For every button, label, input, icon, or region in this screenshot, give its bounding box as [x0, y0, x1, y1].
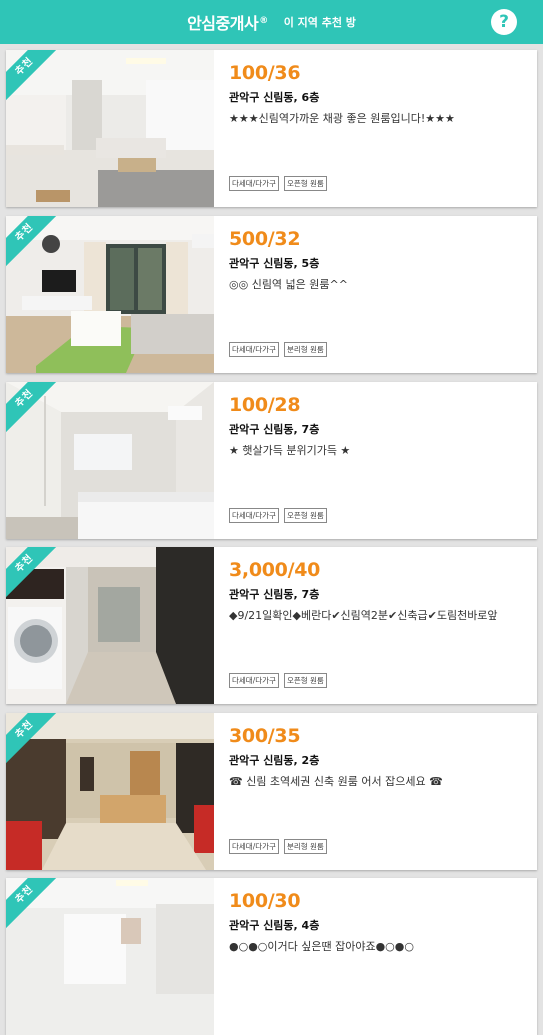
listing-price: 100/36 [229, 62, 301, 84]
listing-price: 100/30 [229, 890, 301, 912]
listing-photo: 추천 [6, 382, 214, 539]
tag-room-type: 오픈형 원룸 [283, 176, 327, 191]
app-header: 안심중개사® 이 지역 추천 방 ? [0, 0, 543, 44]
listing-price: 500/32 [229, 228, 301, 250]
listing-description: ◎◎ 신림역 넓은 원룸^^ [229, 278, 348, 291]
help-icon[interactable]: ? [491, 9, 517, 35]
listing-card[interactable]: 추천 100/36 관악구 신림동, 6층 ★★★신림역가까운 채광 좋은 원룸… [6, 50, 537, 207]
tag-building-type: 다세대/다가구 [229, 176, 279, 191]
tag-building-type: 다세대/다가구 [229, 508, 279, 523]
tag-building-type: 다세대/다가구 [229, 342, 279, 357]
listing-description: ☎ 신림 초역세권 신축 원룸 어서 잡으세요 ☎ [229, 775, 443, 788]
listing-photo: 추천 [6, 50, 214, 207]
listing-location: 관악구 신림동, 5층 [229, 257, 320, 270]
tag-room-type: 오픈형 원룸 [283, 508, 327, 523]
listing-price: 3,000/40 [229, 559, 321, 581]
listing-description: ★ 햇살가득 분위기가득 ★ [229, 444, 351, 457]
listing-location: 관악구 신림동, 2층 [229, 754, 320, 767]
tag-room-type: 오픈형 원룸 [283, 673, 327, 688]
page-title: 이 지역 추천 방 [283, 16, 356, 29]
tag-room-type: 분리형 원룸 [283, 342, 327, 357]
tag-building-type: 다세대/다가구 [229, 673, 279, 688]
tag-room-type: 분리형 원룸 [283, 839, 327, 854]
listing-card[interactable]: 추천 100/30 관악구 신림동, 4층 ●○●○이거다 싶은땐 잡아야죠●○… [6, 878, 537, 1035]
listing-price: 100/28 [229, 394, 301, 416]
listing-photo: 추천 [6, 547, 214, 704]
listing-location: 관악구 신림동, 7층 [229, 423, 320, 436]
listing-card[interactable]: 추천 300/35 관악구 신림동, 2층 ☎ 신림 초역세권 신축 원룸 어서… [6, 713, 537, 870]
listing-location: 관악구 신림동, 7층 [229, 588, 320, 601]
listing-description: ●○●○이거다 싶은땐 잡아야죠●○●○ [229, 940, 414, 953]
listing-location: 관악구 신림동, 4층 [229, 919, 320, 932]
tag-building-type: 다세대/다가구 [229, 839, 279, 854]
listing-description: ◆9/21일확인◆베란다✔신림역2분✔신축급✔도림천바로앞 [229, 609, 498, 622]
listing-card[interactable]: 추천 100/28 관악구 신림동, 7층 ★ 햇살가득 분위기가득 ★ 다세대… [6, 382, 537, 539]
brand-logo: 안심중개사® [187, 14, 268, 33]
listing-description: ★★★신림역가까운 채광 좋은 원룸입니다!★★★ [229, 112, 455, 125]
listing-card[interactable]: 추천 3,000/40 관악구 신림동, 7층 ◆9/21일확인◆베란다✔신림역… [6, 547, 537, 704]
listing-location: 관악구 신림동, 6층 [229, 91, 320, 104]
listing-photo: 추천 [6, 216, 214, 373]
listing-photo: 추천 [6, 713, 214, 870]
listing-card[interactable]: 추천 500/32 관악구 신림동, 5층 ◎◎ 신림역 넓은 원룸^^ 다세대… [6, 216, 537, 373]
listing-photo: 추천 [6, 878, 214, 1035]
listing-price: 300/35 [229, 725, 301, 747]
